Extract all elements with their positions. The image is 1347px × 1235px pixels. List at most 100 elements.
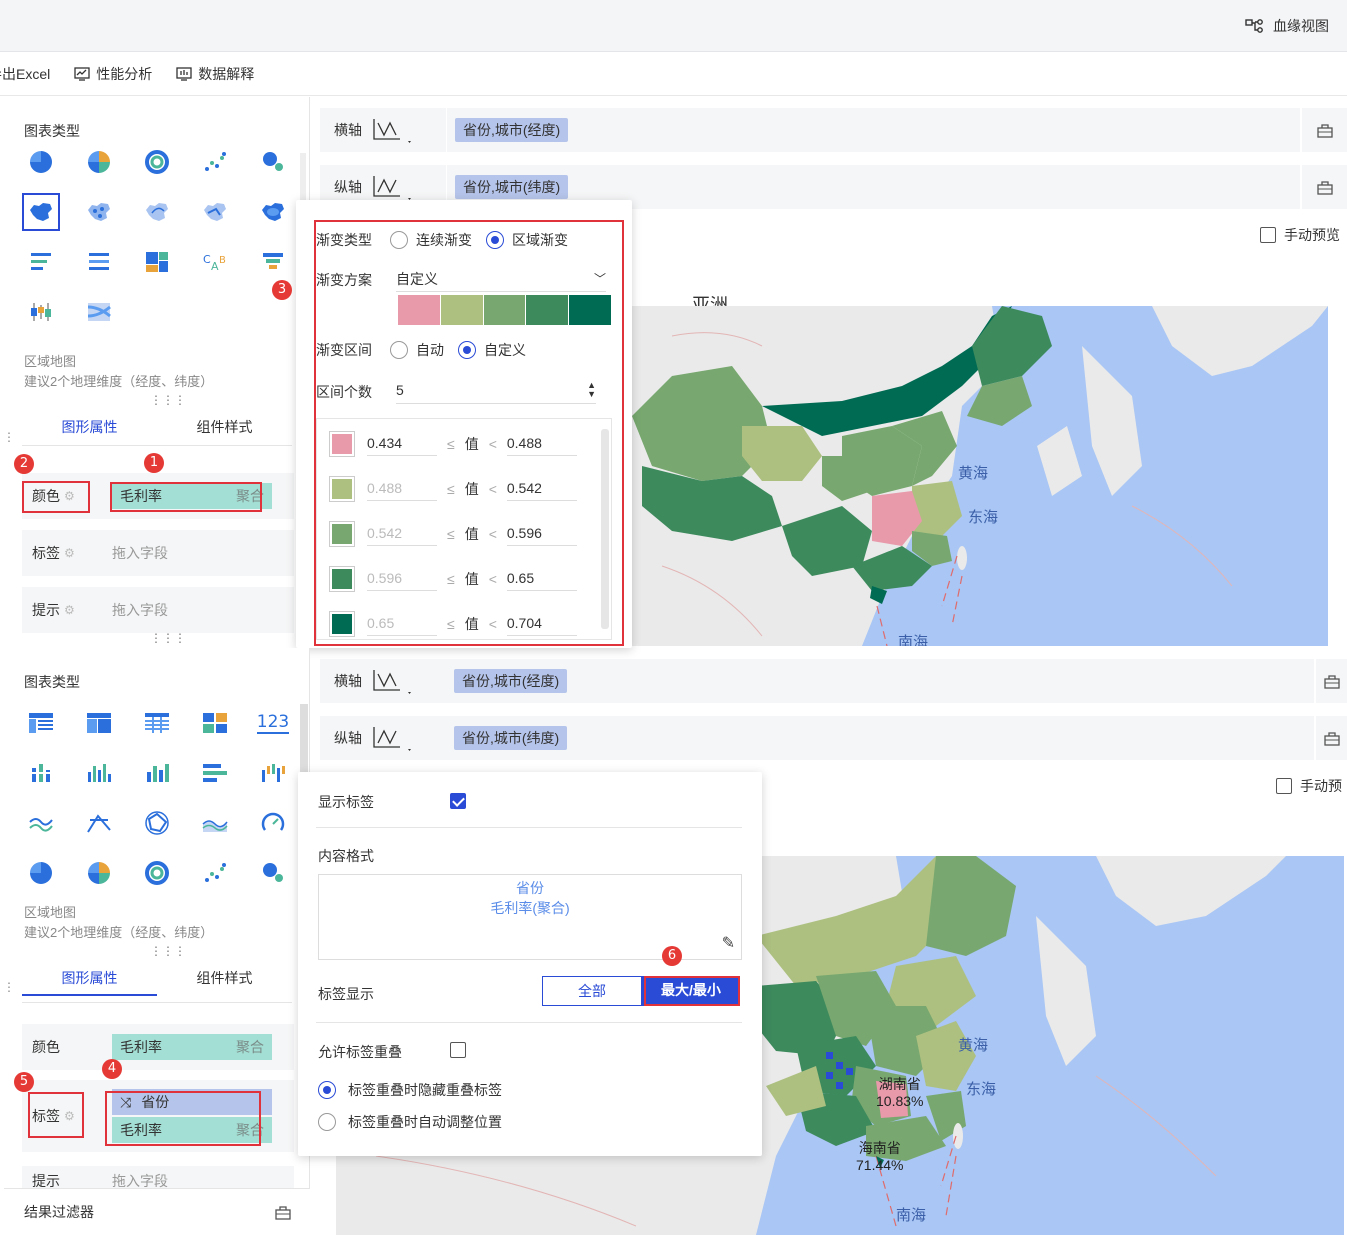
y-axis-icon[interactable] <box>370 723 414 753</box>
x-axis-lock-button[interactable] <box>1302 108 1347 152</box>
sankey-chart-type[interactable] <box>80 293 118 331</box>
pie-chart-type[interactable] <box>22 854 60 892</box>
card-chart-type[interactable] <box>196 704 234 742</box>
edit-icon[interactable]: ✎ <box>722 933 735 953</box>
line-chart-type[interactable] <box>22 804 60 842</box>
grouped-column-chart-type[interactable] <box>138 754 176 792</box>
ranking-list-chart-type[interactable] <box>22 243 60 281</box>
bubble-chart-type[interactable] <box>254 143 292 181</box>
performance-analysis-button[interactable]: 性能分析 <box>74 64 152 84</box>
label-display-all-option[interactable]: 全部 <box>542 976 642 1006</box>
color-field-pill[interactable]: 毛利率 聚合 <box>112 1034 272 1060</box>
toolbar: 导出Excel 性能分析 数据解释 <box>0 52 1347 96</box>
donut-chart-type[interactable] <box>138 143 176 181</box>
gear-icon[interactable]: ⚙ <box>64 603 75 617</box>
heat-map-chart-type[interactable] <box>196 193 234 231</box>
lock-icon[interactable] <box>274 1204 292 1220</box>
tip-drop-placeholder[interactable]: 拖入字段 <box>112 1174 168 1188</box>
allow-overlap-checkbox[interactable] <box>450 1042 466 1058</box>
gauge-chart-type[interactable] <box>254 804 292 842</box>
label-label[interactable]: 标签 ⚙ <box>32 543 112 563</box>
rose-chart-type[interactable] <box>80 143 118 181</box>
overlap-hide-option[interactable]: 标签重叠时隐藏重叠标签 <box>318 1080 502 1100</box>
region-map-chart-type[interactable] <box>22 193 60 231</box>
flow-map-chart-type[interactable] <box>138 193 176 231</box>
radio-hide-overlap[interactable] <box>318 1081 336 1099</box>
x-axis-lock-button[interactable] <box>1316 659 1347 703</box>
overlap-adjust-option[interactable]: 标签重叠时自动调整位置 <box>318 1112 502 1132</box>
gear-icon[interactable]: ⚙ <box>64 546 75 560</box>
scatter-chart-type[interactable] <box>196 143 234 181</box>
result-filter-bar[interactable]: 结果过滤器 <box>4 1188 310 1235</box>
region-map-1[interactable]: 黄海 东海 南海 <box>612 306 1328 646</box>
tab-component-style[interactable]: 组件样式 <box>157 409 292 445</box>
stacked-bar-chart-type[interactable] <box>22 754 60 792</box>
tip-property-row: 提示 拖入字段 <box>22 1166 294 1188</box>
radar-line-chart-type[interactable] <box>80 804 118 842</box>
column-chart-type[interactable] <box>80 754 118 792</box>
panel-resize-handle-icon[interactable]: ⋮ <box>3 430 15 444</box>
kpi-number-chart-type[interactable]: 123 <box>254 704 292 742</box>
export-excel-button[interactable]: 导出Excel <box>0 64 50 84</box>
tip-label[interactable]: 提示 ⚙ <box>32 600 112 620</box>
y-axis-field-pill[interactable]: 省份,城市(纬度) <box>454 726 568 750</box>
drag-handle-icon[interactable]: ⋮⋮⋮ <box>150 944 186 958</box>
crosstab-chart-type[interactable] <box>22 704 60 742</box>
donut-chart-type[interactable] <box>138 854 176 892</box>
horizontal-bar-chart-type[interactable] <box>196 754 234 792</box>
radio-adjust-overlap[interactable] <box>318 1113 336 1131</box>
funnel-chart-type[interactable] <box>254 243 292 281</box>
data-explain-button[interactable]: 数据解释 <box>176 64 254 84</box>
tab-graphic-properties[interactable]: 图形属性 <box>22 960 157 996</box>
scatter-chart-type[interactable] <box>196 854 234 892</box>
lineage-view-button[interactable]: 血缘视图 <box>1245 16 1329 36</box>
label-popup: 显示标签 内容格式 省份 毛利率(聚合) ✎ 标签显示 全部 最大/最小 允许标… <box>298 772 762 1156</box>
pie-chart-type[interactable] <box>22 143 60 181</box>
word-cloud-chart-type[interactable]: CAB <box>196 243 234 281</box>
color-label[interactable]: 颜色 <box>32 1037 112 1057</box>
manual-preview-checkbox[interactable] <box>1260 227 1276 243</box>
y-axis-lock-button[interactable] <box>1316 716 1347 760</box>
content-format-label: 内容格式 <box>318 848 374 864</box>
manual-preview-label: 手动预 <box>1300 778 1342 794</box>
treemap-chart-type[interactable] <box>138 243 176 281</box>
radar-chart-type[interactable] <box>138 804 176 842</box>
label-drop-placeholder[interactable]: 拖入字段 <box>112 543 168 563</box>
tab-graphic-properties[interactable]: 图形属性 <box>22 409 157 445</box>
y-axis-lock-button[interactable] <box>1302 165 1347 209</box>
show-label-checkbox[interactable] <box>450 793 466 810</box>
bubble-chart-type[interactable] <box>254 854 292 892</box>
manual-preview-toggle[interactable]: 手动预览 <box>1260 225 1340 245</box>
lock-icon <box>1323 732 1340 746</box>
grouped-table-chart-type[interactable] <box>80 704 118 742</box>
point-map-chart-type[interactable] <box>80 193 118 231</box>
drag-handle-icon[interactable]: ⋮⋮⋮ <box>150 631 186 645</box>
drag-handle-icon[interactable]: ⋮⋮⋮ <box>150 393 186 407</box>
waterfall-chart-type[interactable] <box>254 754 292 792</box>
tip-label[interactable]: 提示 <box>32 1174 112 1188</box>
candlestick-chart-type[interactable] <box>22 293 60 331</box>
x-axis-field-pill[interactable]: 省份,城市(经度) <box>455 118 569 142</box>
chart-hint: 区域地图 建议2个地理维度（经度、纬度） <box>24 903 213 943</box>
manual-preview-checkbox[interactable] <box>1276 778 1292 794</box>
rose-chart-type[interactable] <box>80 854 118 892</box>
y-axis-icon[interactable] <box>370 172 414 202</box>
detail-list-chart-type[interactable] <box>80 243 118 281</box>
detail-table-chart-type[interactable] <box>138 704 176 742</box>
kpi-number-text: 123 <box>256 712 290 734</box>
x-axis-icon[interactable] <box>370 115 414 145</box>
area-chart-type[interactable] <box>196 804 234 842</box>
x-axis-field-pill[interactable]: 省份,城市(经度) <box>454 669 568 693</box>
panel-resize-handle-icon[interactable]: ⋮ <box>3 980 15 994</box>
content-format-box[interactable]: 省份 毛利率(聚合) ✎ <box>318 874 742 960</box>
tip-drop-placeholder[interactable]: 拖入字段 <box>112 600 168 620</box>
tab-component-style[interactable]: 组件样式 <box>157 960 292 996</box>
contour-map-chart-type[interactable] <box>254 193 292 231</box>
data-explain-icon <box>176 66 192 81</box>
top-bar: 血缘视图 <box>0 0 1347 52</box>
x-axis-icon[interactable] <box>370 666 414 696</box>
manual-preview-toggle[interactable]: 手动预 <box>1276 776 1342 796</box>
y-axis-field-pill[interactable]: 省份,城市(纬度) <box>455 175 569 199</box>
annotation-box-gradient-popup <box>314 220 624 646</box>
lock-icon <box>1316 181 1333 195</box>
